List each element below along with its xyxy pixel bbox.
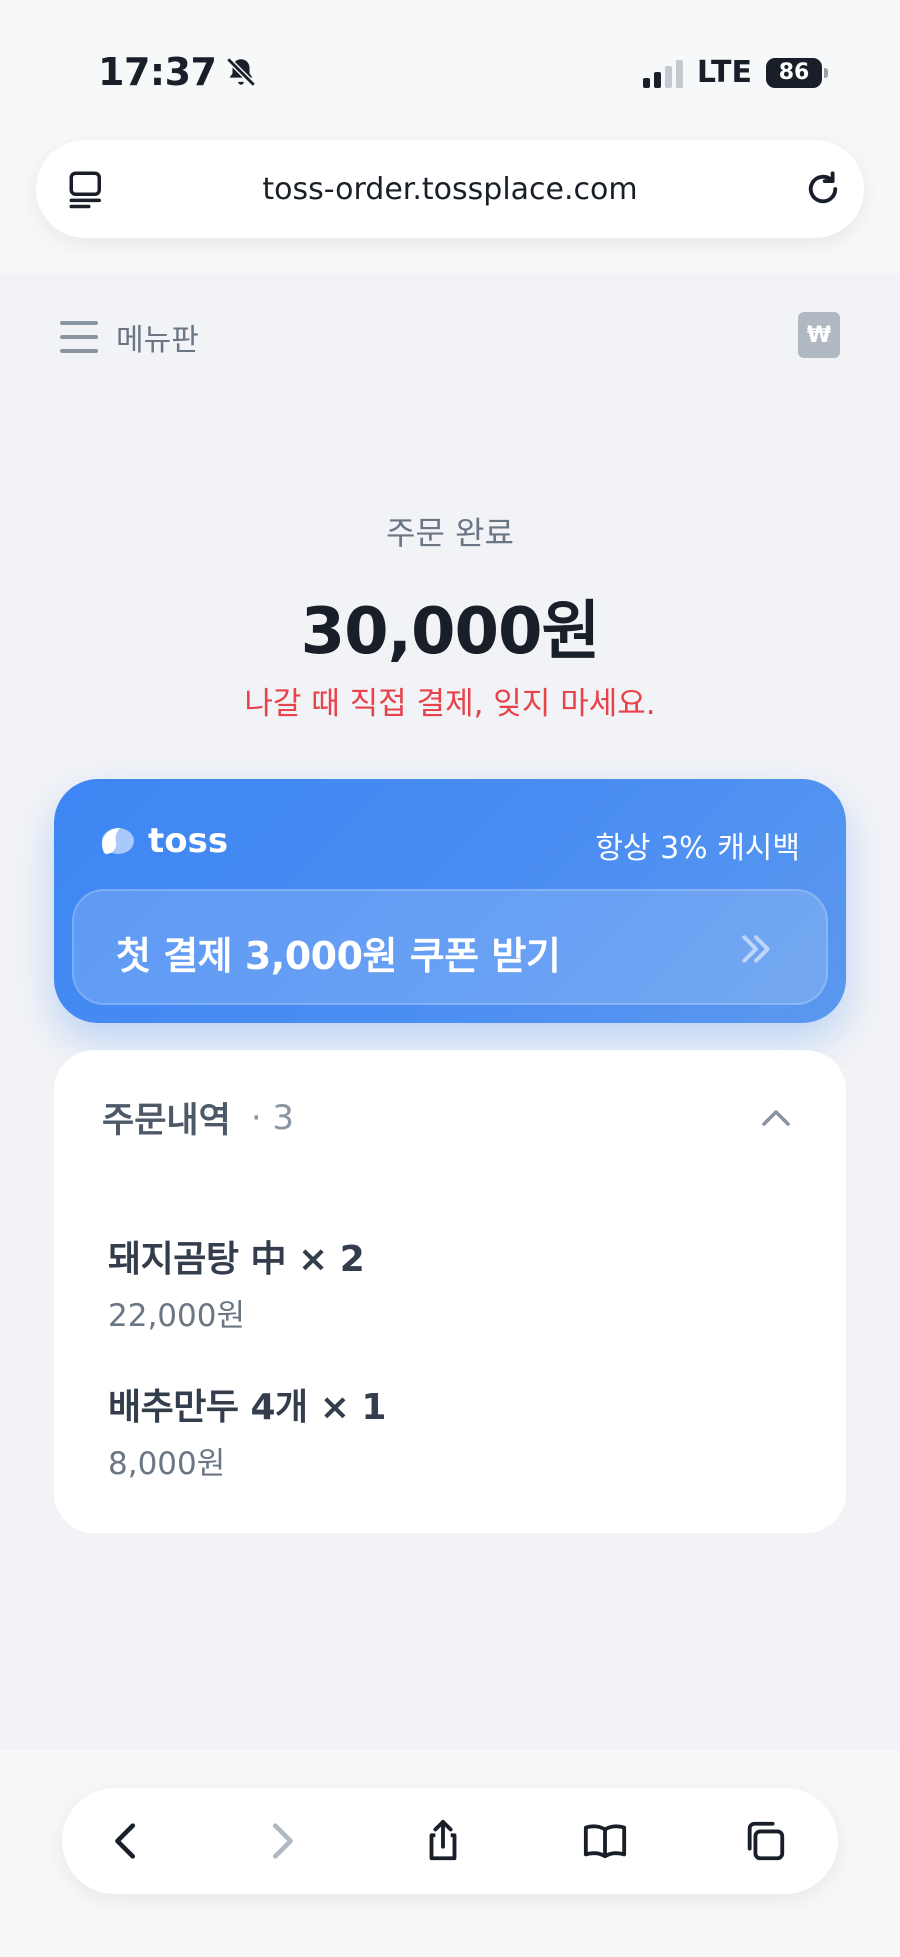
order-item: 배추만두 4개 × 1 8,000원: [108, 1378, 386, 1483]
browser-toolbar: [62, 1788, 838, 1894]
order-status: 주문 완료: [386, 514, 514, 552]
back-icon[interactable]: [104, 1818, 150, 1864]
receipt-button[interactable]: ₩: [798, 312, 840, 358]
order-item-price: 8,000원: [108, 1446, 226, 1482]
order-list-header[interactable]: 주문내역 · 3: [102, 1092, 294, 1143]
share-icon[interactable]: [420, 1818, 466, 1864]
double-chevron-right-icon: [742, 935, 770, 963]
status-time: 17:37: [98, 50, 258, 94]
address-bar[interactable]: toss-order.tossplace.com: [36, 140, 864, 238]
browser-chrome-top: toss-order.tossplace.com: [0, 135, 900, 273]
won-receipt-icon: ₩: [806, 322, 832, 348]
order-item-name: 배추만두 4개 × 1: [108, 1387, 386, 1428]
status-bar: 17:37 LTE 86: [0, 0, 900, 135]
hamburger-icon: [60, 321, 98, 353]
bell-slash-icon: [226, 57, 257, 87]
order-item: 돼지곰탕 中 × 2 22,000원: [108, 1230, 365, 1335]
network-label: LTE: [696, 55, 752, 90]
payment-warning: 나갈 때 직접 결제, 잊지 마세요.: [244, 686, 656, 722]
menu-label: 메뉴판: [116, 323, 199, 358]
url-text: toss-order.tossplace.com: [262, 172, 638, 207]
bookmarks-icon[interactable]: [582, 1818, 628, 1864]
battery-icon: 86: [766, 57, 828, 88]
coupon-button[interactable]: 첫 결제 3,000원 쿠폰 받기: [72, 889, 828, 1005]
toss-promo-card: toss 항상 3% 캐시백 첫 결제 3,000원 쿠폰 받기: [54, 779, 846, 1023]
order-list-title: 주문내역: [102, 1101, 231, 1141]
menu-button[interactable]: 메뉴판: [60, 315, 199, 359]
cashback-tagline: 항상 3% 캐시백: [595, 831, 800, 866]
status-indicators: LTE 86: [642, 55, 828, 90]
toss-logo-icon: [102, 828, 134, 854]
toss-brand: toss: [148, 821, 229, 861]
order-item-name: 돼지곰탕 中 × 2: [108, 1239, 365, 1280]
coupon-label: 첫 결제 3,000원 쿠폰 받기: [116, 934, 561, 978]
forward-icon[interactable]: [258, 1818, 304, 1864]
chevron-up-icon[interactable]: [758, 1100, 794, 1136]
browser-chrome-bottom: [0, 1750, 900, 1957]
total-amount: 30,000원: [300, 595, 601, 669]
order-item-price: 22,000원: [108, 1298, 245, 1334]
status-time-text: 17:37: [98, 50, 217, 94]
signal-icon: [642, 58, 683, 88]
battery-level: 86: [778, 60, 810, 85]
reload-icon[interactable]: [802, 168, 844, 210]
order-list-card: 주문내역 · 3 돼지곰탕 中 × 2 22,000원 배추만두 4개 × 1 …: [54, 1050, 846, 1533]
order-count: · 3: [250, 1097, 295, 1138]
tabs-icon[interactable]: [742, 1818, 788, 1864]
toss-logo: toss: [98, 821, 228, 861]
